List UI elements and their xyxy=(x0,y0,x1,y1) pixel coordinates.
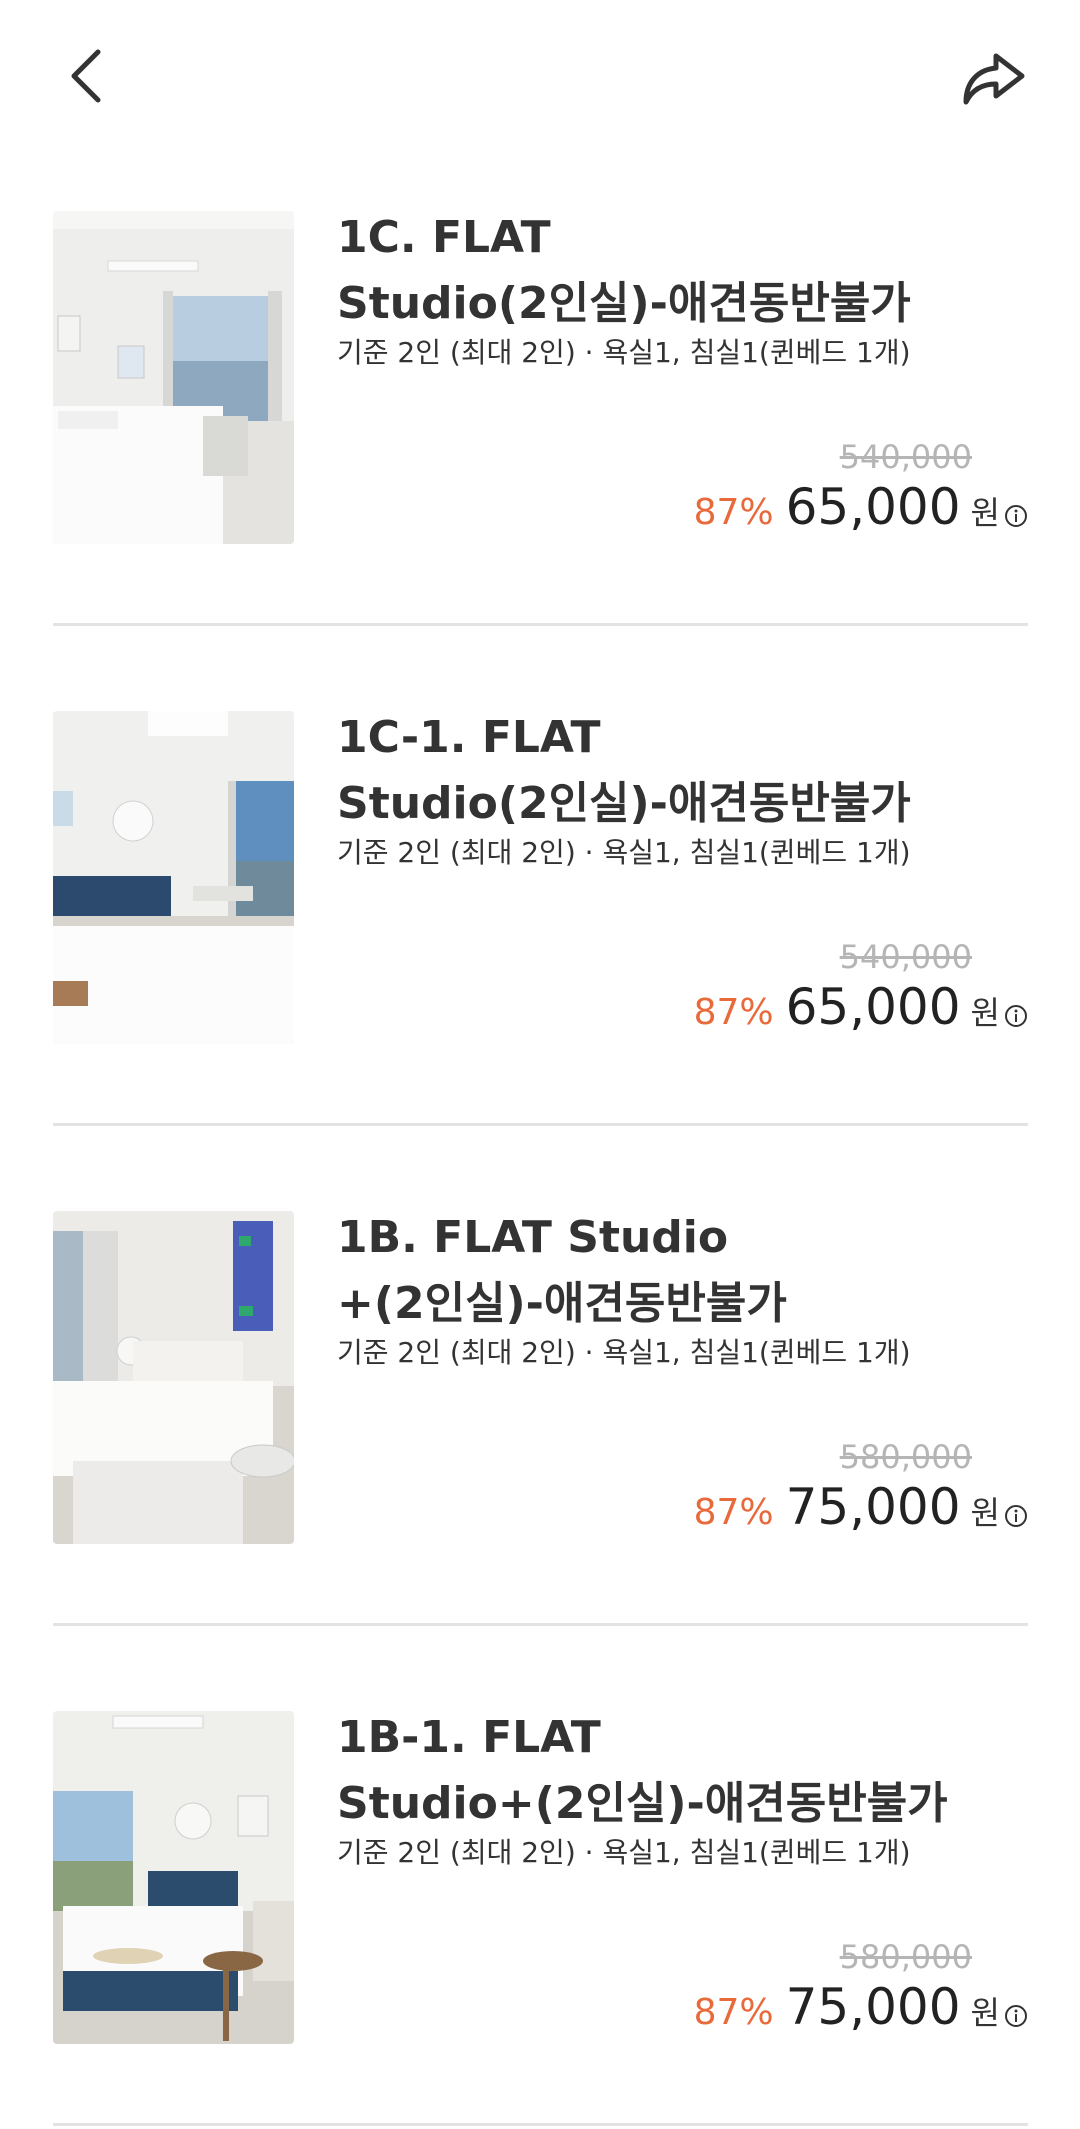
room-capacity: 기준 2인 (최대 2인) · 욕실1, 침실1(퀸베드 1개) xyxy=(337,1336,911,1369)
price-row: 87% 75,000 원 xyxy=(694,1978,1028,2036)
room-photo xyxy=(53,711,294,1044)
original-price: 580,000 xyxy=(839,1938,972,1976)
room-card[interactable]: 1B. FLAT Studio +(2인실)-애견동반불가 기준 2인 (최대 … xyxy=(0,1000,1080,1626)
room-title-line2: Studio(2인실)-애견동반불가 xyxy=(337,778,911,829)
room-photo xyxy=(53,1711,294,2044)
room-card[interactable]: 1C-1. FLAT Studio(2인실)-애견동반불가 기준 2인 (최대 … xyxy=(0,500,1080,1126)
info-icon[interactable] xyxy=(1004,2004,1028,2028)
divider xyxy=(53,2123,1028,2126)
room-title: 1C. FLAT Studio(2인실)-애견동반불가 xyxy=(337,205,1037,337)
room-title-line1: 1C. FLAT xyxy=(337,212,551,263)
room-capacity: 기준 2인 (최대 2인) · 욕실1, 침실1(퀸베드 1개) xyxy=(337,1836,911,1869)
room-title: 1B-1. FLAT Studio+(2인실)-애견동반불가 xyxy=(337,1705,1037,1837)
room-title-line1: 1B. FLAT Studio xyxy=(337,1212,729,1263)
room-title-line2: +(2인실)-애견동반불가 xyxy=(337,1278,787,1329)
room-capacity: 기준 2인 (최대 2인) · 욕실1, 침실1(퀸베드 1개) xyxy=(337,836,911,869)
room-title: 1B. FLAT Studio +(2인실)-애견동반불가 xyxy=(337,1205,1037,1337)
original-price: 540,000 xyxy=(839,438,972,476)
room-card[interactable]: 1B-1. FLAT Studio+(2인실)-애견동반불가 기준 2인 (최대… xyxy=(0,1500,1080,2126)
original-price: 580,000 xyxy=(839,1438,972,1476)
room-title: 1C-1. FLAT Studio(2인실)-애견동반불가 xyxy=(337,705,1037,837)
room-title-line2: Studio(2인실)-애견동반불가 xyxy=(337,278,911,329)
original-price: 540,000 xyxy=(839,938,972,976)
room-capacity: 기준 2인 (최대 2인) · 욕실1, 침실1(퀸베드 1개) xyxy=(337,336,911,369)
room-title-line1: 1C-1. FLAT xyxy=(337,712,601,763)
room-title-line1: 1B-1. FLAT xyxy=(337,1712,601,1763)
room-photo xyxy=(53,211,294,544)
room-card[interactable]: 1C. FLAT Studio(2인실)-애견동반불가 기준 2인 (최대 2인… xyxy=(0,0,1080,626)
sale-price: 75,000 xyxy=(785,1978,961,2036)
discount-rate: 87% xyxy=(693,1992,774,2033)
room-photo xyxy=(53,1211,294,1544)
room-title-line2: Studio+(2인실)-애견동반불가 xyxy=(337,1778,948,1829)
currency-label: 원 xyxy=(970,1994,1000,2032)
